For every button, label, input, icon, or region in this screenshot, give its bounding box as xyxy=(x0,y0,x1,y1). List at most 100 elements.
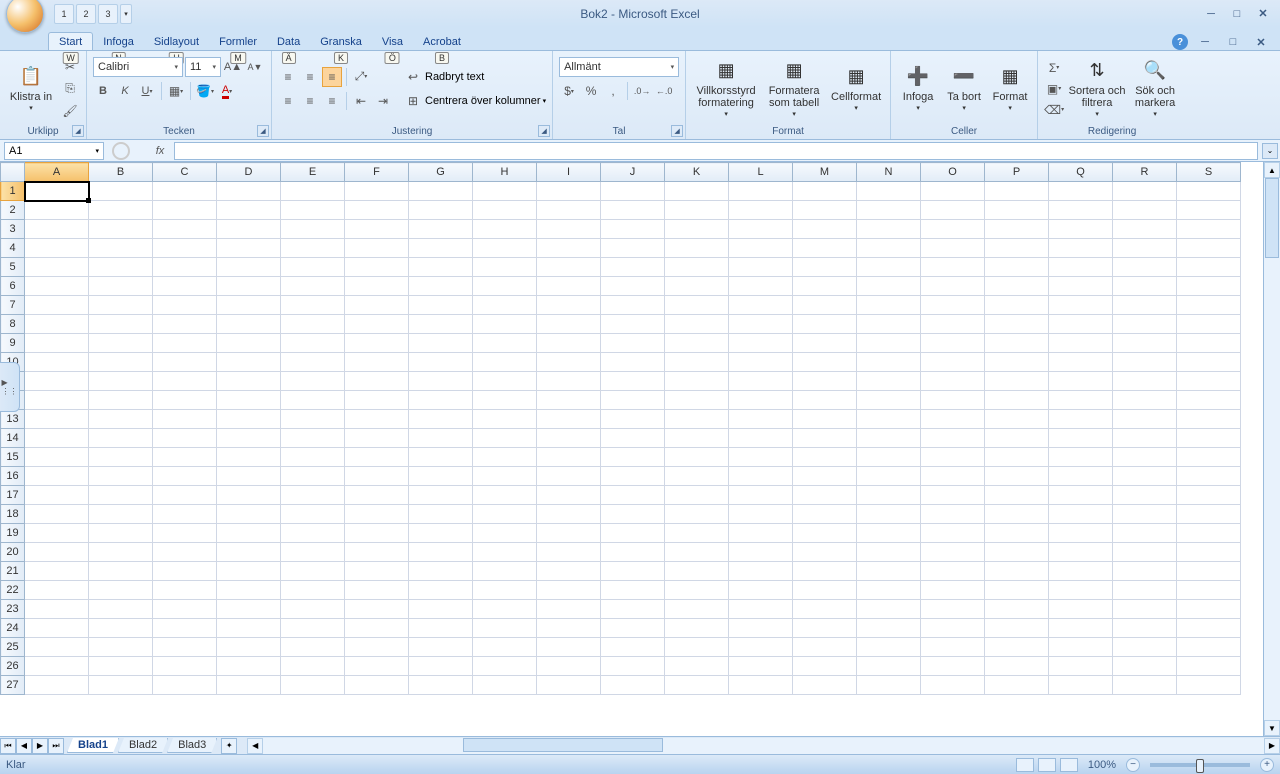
cell[interactable] xyxy=(281,543,345,562)
cell[interactable] xyxy=(89,410,153,429)
cell[interactable] xyxy=(153,505,217,524)
zoom-out-button[interactable]: − xyxy=(1126,758,1140,772)
row-header[interactable]: 8 xyxy=(1,315,25,334)
cell[interactable] xyxy=(345,410,409,429)
cell[interactable] xyxy=(409,315,473,334)
cell[interactable] xyxy=(345,467,409,486)
cell[interactable] xyxy=(665,258,729,277)
cell[interactable] xyxy=(1177,638,1241,657)
cell[interactable] xyxy=(537,353,601,372)
cell[interactable] xyxy=(665,657,729,676)
close-button[interactable]: ✕ xyxy=(1252,6,1274,22)
cell[interactable] xyxy=(601,543,665,562)
cell[interactable] xyxy=(921,372,985,391)
cell[interactable] xyxy=(345,239,409,258)
sheet-tab[interactable]: Blad3 xyxy=(167,738,217,753)
cell[interactable] xyxy=(25,676,89,695)
cell[interactable] xyxy=(217,448,281,467)
cell[interactable] xyxy=(537,619,601,638)
cell[interactable] xyxy=(153,543,217,562)
cell[interactable] xyxy=(1177,467,1241,486)
cell[interactable] xyxy=(537,638,601,657)
cell[interactable] xyxy=(665,201,729,220)
cell[interactable] xyxy=(601,505,665,524)
cell[interactable] xyxy=(1177,505,1241,524)
cell[interactable] xyxy=(25,201,89,220)
maximize-button[interactable]: □ xyxy=(1226,6,1248,22)
cell[interactable] xyxy=(345,220,409,239)
cell[interactable] xyxy=(281,201,345,220)
cell[interactable] xyxy=(25,410,89,429)
qat-item[interactable]: 2 xyxy=(76,4,96,24)
cell[interactable] xyxy=(25,524,89,543)
cell[interactable] xyxy=(217,467,281,486)
cell[interactable] xyxy=(665,638,729,657)
align-top-button[interactable]: ≡ xyxy=(278,67,298,87)
cell[interactable] xyxy=(1049,315,1113,334)
row-header[interactable]: 4 xyxy=(1,239,25,258)
cell[interactable] xyxy=(409,258,473,277)
next-sheet-button[interactable]: ▶ xyxy=(32,738,48,754)
italic-button[interactable]: K xyxy=(115,81,135,101)
cell[interactable] xyxy=(281,334,345,353)
column-header[interactable]: E xyxy=(281,163,345,182)
cell[interactable] xyxy=(729,581,793,600)
cell[interactable] xyxy=(89,619,153,638)
cell[interactable] xyxy=(153,638,217,657)
cell[interactable] xyxy=(217,524,281,543)
cell[interactable] xyxy=(985,239,1049,258)
cell[interactable] xyxy=(409,600,473,619)
cell[interactable] xyxy=(1177,600,1241,619)
cell[interactable] xyxy=(857,676,921,695)
cell[interactable] xyxy=(601,315,665,334)
tab-formler[interactable]: FormlerM xyxy=(209,33,267,50)
cell[interactable] xyxy=(473,581,537,600)
row-header[interactable]: 22 xyxy=(1,581,25,600)
cell[interactable] xyxy=(409,638,473,657)
cell[interactable] xyxy=(857,334,921,353)
cell[interactable] xyxy=(793,638,857,657)
cell[interactable] xyxy=(345,182,409,201)
cell[interactable] xyxy=(857,467,921,486)
cell[interactable] xyxy=(793,448,857,467)
select-all-corner[interactable] xyxy=(1,163,25,182)
format-painter-button[interactable]: 🖌 xyxy=(60,101,80,121)
cell[interactable] xyxy=(729,220,793,239)
cell[interactable] xyxy=(1113,353,1177,372)
cell[interactable] xyxy=(1113,600,1177,619)
cell[interactable] xyxy=(857,524,921,543)
decrease-indent-button[interactable]: ⇤ xyxy=(351,91,371,111)
tab-acrobat[interactable]: AcrobatB xyxy=(413,33,471,50)
cell[interactable] xyxy=(25,220,89,239)
cell[interactable] xyxy=(473,296,537,315)
cell[interactable] xyxy=(665,505,729,524)
cell[interactable] xyxy=(217,220,281,239)
align-bottom-button[interactable]: ≡ xyxy=(322,67,342,87)
cell[interactable] xyxy=(1177,277,1241,296)
cell[interactable] xyxy=(473,448,537,467)
cell[interactable] xyxy=(985,258,1049,277)
cell[interactable] xyxy=(153,524,217,543)
cell[interactable] xyxy=(921,657,985,676)
cell[interactable] xyxy=(793,562,857,581)
cell[interactable] xyxy=(985,201,1049,220)
cell[interactable] xyxy=(857,201,921,220)
row-header[interactable]: 7 xyxy=(1,296,25,315)
cell[interactable] xyxy=(473,619,537,638)
cell[interactable] xyxy=(409,429,473,448)
cell[interactable] xyxy=(921,619,985,638)
cell[interactable] xyxy=(793,353,857,372)
cell[interactable] xyxy=(729,600,793,619)
sheet-tab[interactable]: Blad2 xyxy=(118,738,168,753)
cell[interactable] xyxy=(89,220,153,239)
cell[interactable] xyxy=(1113,562,1177,581)
row-header[interactable]: 1 xyxy=(1,182,25,201)
cell[interactable] xyxy=(153,372,217,391)
cell[interactable] xyxy=(1113,220,1177,239)
cell[interactable] xyxy=(793,239,857,258)
cell[interactable] xyxy=(1113,429,1177,448)
cell[interactable] xyxy=(1113,581,1177,600)
cell[interactable] xyxy=(25,581,89,600)
number-launcher[interactable]: ◢ xyxy=(671,125,683,137)
cell[interactable] xyxy=(793,334,857,353)
